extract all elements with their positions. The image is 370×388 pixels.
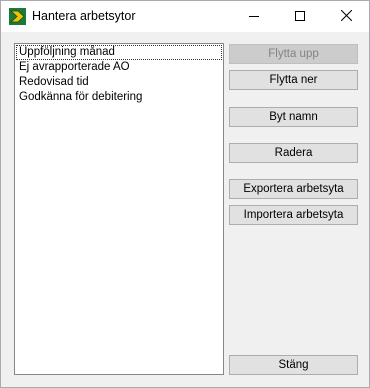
export-workspace-button[interactable]: Exportera arbetsyta — [229, 179, 358, 199]
app-logo-icon — [9, 8, 26, 25]
move-down-button[interactable]: Flytta ner — [229, 70, 358, 90]
window-title: Hantera arbetsytor — [32, 9, 136, 23]
list-item[interactable]: Godkänna för debitering — [16, 90, 222, 105]
maximize-button[interactable] — [277, 1, 323, 32]
title-bar[interactable]: Hantera arbetsytor — [1, 1, 369, 32]
manage-workspaces-dialog: Hantera arbetsytor Uppföljning månad Ej … — [0, 0, 370, 388]
import-workspace-button[interactable]: Importera arbetsyta — [229, 205, 358, 225]
list-item[interactable]: Uppföljning månad — [16, 45, 222, 60]
close-button[interactable]: Stäng — [229, 355, 358, 375]
minimize-button[interactable] — [231, 1, 277, 32]
close-icon — [340, 9, 352, 24]
list-item[interactable]: Redovisad tid — [16, 75, 222, 90]
move-up-button[interactable]: Flytta upp — [229, 44, 358, 64]
workspace-list[interactable]: Uppföljning månad Ej avrapporterade AO R… — [14, 43, 224, 375]
minimize-icon — [249, 10, 259, 24]
close-window-button[interactable] — [323, 1, 369, 32]
list-item[interactable]: Ej avrapporterade AO — [16, 60, 222, 75]
delete-button[interactable]: Radera — [229, 143, 358, 163]
maximize-icon — [295, 10, 305, 24]
rename-button[interactable]: Byt namn — [229, 107, 358, 127]
